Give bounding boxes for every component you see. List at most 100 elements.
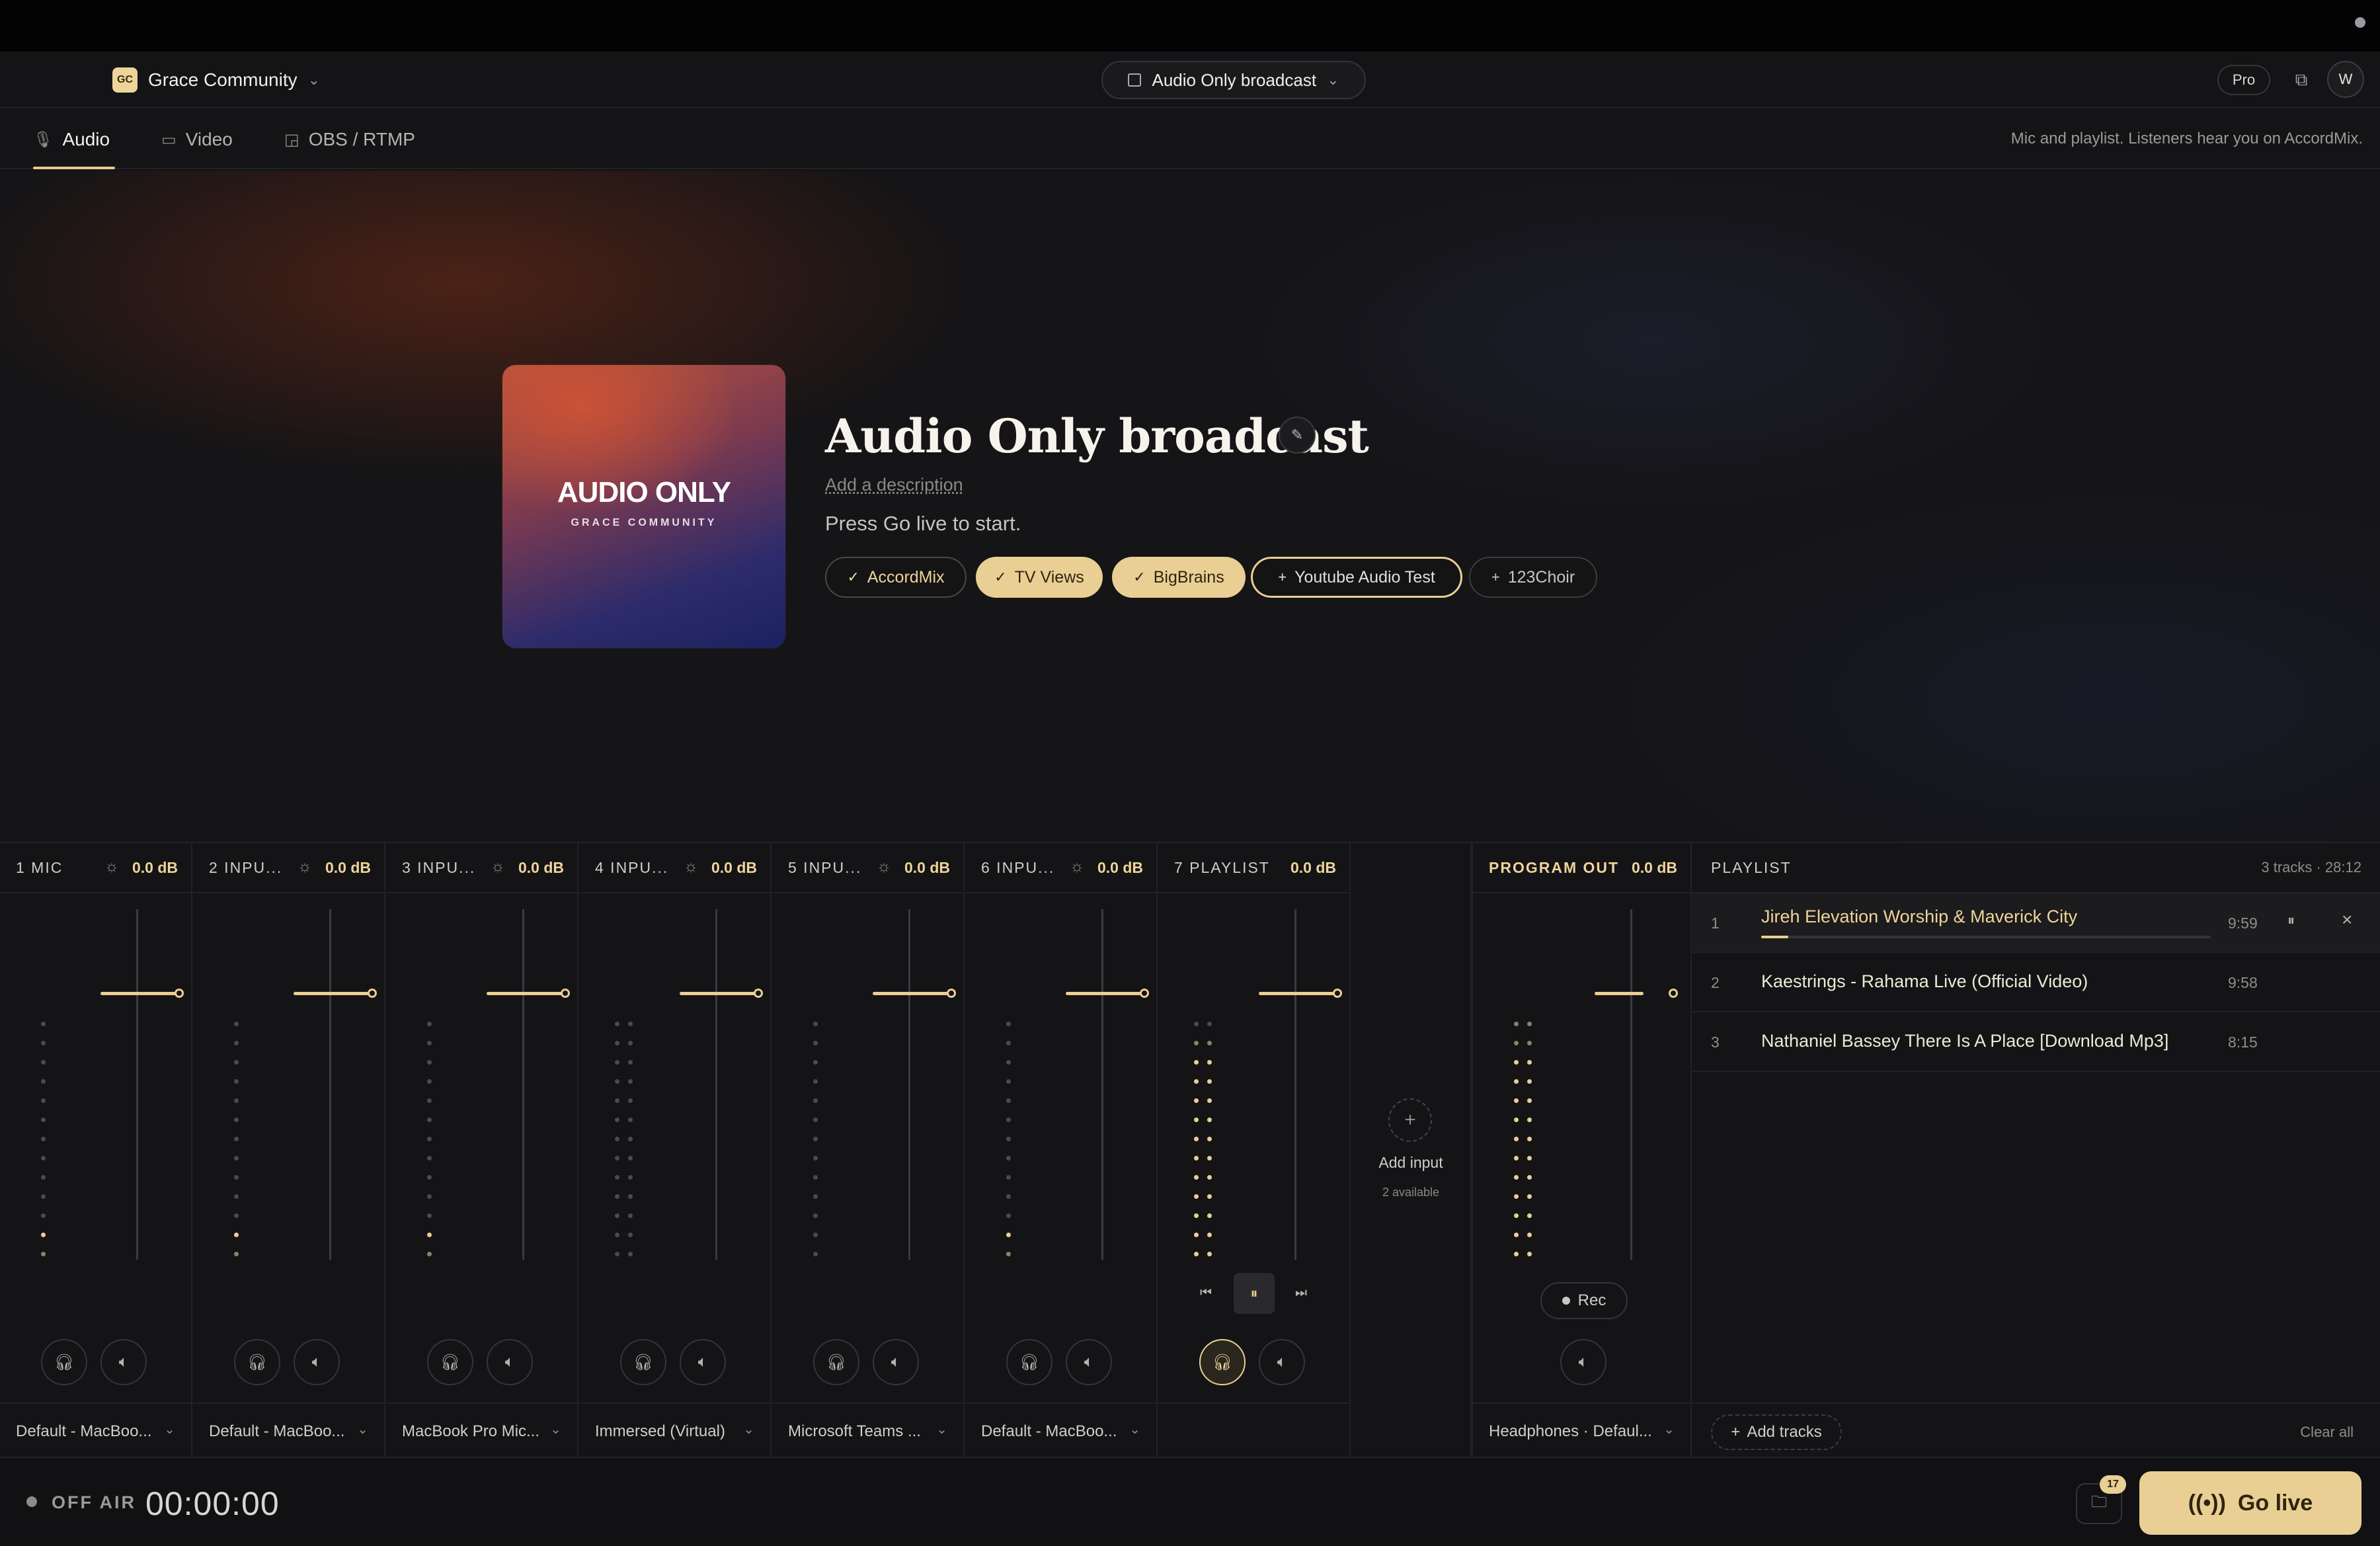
meter-dot [427, 1041, 432, 1045]
clear-all-button[interactable]: Clear all [2300, 1424, 2354, 1441]
playlist-row[interactable]: 2 Kaestrings - Rahama Live (Official Vid… [1692, 953, 2380, 1012]
playlist-row[interactable]: 1 Jireh Elevation Worship & Maverick Cit… [1692, 893, 2380, 953]
destination-chip-bigbrains[interactable]: ✓ BigBrains [1112, 557, 1246, 598]
monitor-button[interactable]: 🎧︎ [234, 1339, 280, 1385]
channel-fader-handle[interactable] [947, 989, 956, 998]
channel-fader-track[interactable] [1101, 909, 1103, 1260]
track-name: Jireh Elevation Worship & Maverick City [1761, 907, 2078, 926]
gear-icon[interactable]: ☼ [1070, 858, 1084, 876]
close-icon[interactable]: × [2342, 909, 2352, 930]
monitor-button[interactable]: 🎧︎ [1006, 1339, 1052, 1385]
channel-header: 7 PLAYLIST 0.0 dB [1158, 843, 1349, 893]
channel-device-select[interactable]: Immersed (Virtual) ⌄ [579, 1403, 770, 1458]
external-link-icon[interactable]: ⧉ [2286, 65, 2317, 95]
monitor-button[interactable]: 🎧︎ [41, 1339, 87, 1385]
channel-db: 0.0 dB [904, 859, 950, 876]
gear-icon[interactable]: ☼ [877, 858, 891, 876]
go-live-button[interactable]: ((•)) Go live [2139, 1471, 2361, 1535]
pause-button[interactable]: ⏸︎ [1234, 1273, 1275, 1314]
cover-art[interactable]: AUDIO ONLY GRACE COMMUNITY [502, 365, 785, 648]
previous-track-icon[interactable]: ⏮︎ [1193, 1280, 1219, 1306]
mute-button[interactable]: 🔈︎ [100, 1339, 147, 1385]
meter-dot [234, 1098, 239, 1103]
playlist-row[interactable]: 3 Nathaniel Bassey There Is A Place [Dow… [1692, 1012, 2380, 1072]
channel-fader-track[interactable] [329, 909, 331, 1260]
description-field[interactable]: Add a description [825, 475, 963, 495]
meter-dot [615, 1079, 619, 1084]
channel-fader-handle[interactable] [561, 989, 570, 998]
gear-icon[interactable]: ☼ [104, 858, 119, 876]
channel-fader-track[interactable] [522, 909, 524, 1260]
channel-device-select[interactable]: Default - MacBoo... ⌄ [0, 1403, 191, 1458]
pro-button[interactable]: Pro [2217, 65, 2270, 95]
meter-dot [813, 1137, 818, 1141]
go-live-label: Go live [2237, 1490, 2313, 1516]
monitor-button[interactable]: 🎧︎ [813, 1339, 859, 1385]
channel-device: Default - MacBoo... [16, 1422, 152, 1440]
record-label: Rec [1577, 1291, 1606, 1309]
monitor-button[interactable]: 🎧︎ [427, 1339, 473, 1385]
mute-button[interactable]: 🔈︎ [294, 1339, 340, 1385]
program-out-fader-track[interactable] [1630, 909, 1632, 1260]
program-out-header: PROGRAM OUT 0.0 dB [1473, 843, 1690, 893]
org-badge: GC [112, 67, 138, 93]
mute-button[interactable]: 🔈︎ [680, 1339, 726, 1385]
next-track-icon[interactable]: ⏭︎ [1288, 1280, 1314, 1306]
headphones-icon: 🎧︎ [1019, 1353, 1040, 1371]
destination-chip-tv-views[interactable]: ✓ TV Views [976, 557, 1103, 598]
gear-icon[interactable]: ☼ [684, 858, 698, 876]
monitor-button[interactable]: 🎧︎ [620, 1339, 666, 1385]
destination-chip-123choir[interactable]: + 123Choir [1469, 557, 1597, 598]
channel-device-select[interactable]: Default - MacBoo... ⌄ [193, 1403, 384, 1458]
edit-title-button[interactable]: ✎ [1279, 417, 1316, 454]
mute-button[interactable]: 🔈︎ [873, 1339, 919, 1385]
meter-dot [41, 1175, 46, 1180]
channel-fader-handle[interactable] [1140, 989, 1149, 998]
mute-button[interactable]: 🔈︎ [1066, 1339, 1112, 1385]
meter-dot [1194, 1252, 1199, 1256]
broadcast-select[interactable]: Audio Only broadcast ⌄ [1101, 61, 1366, 99]
channel-fader-handle[interactable] [175, 989, 184, 998]
add-tracks-button[interactable]: + Add tracks [1711, 1414, 1842, 1450]
program-out-device: Headphones · Defaul... [1489, 1422, 1652, 1440]
org-switcher[interactable]: GC Grace Community ⌄ [112, 66, 320, 94]
pause-icon[interactable]: ⏸︎ [2287, 912, 2295, 929]
record-button[interactable]: Rec [1540, 1282, 1628, 1319]
gear-icon[interactable]: ☼ [491, 858, 505, 876]
meter-dot [1207, 1098, 1212, 1103]
channel-fader-handle[interactable] [1333, 989, 1342, 998]
mute-button[interactable]: 🔈︎ [487, 1339, 533, 1385]
program-out-device-select[interactable]: Headphones · Defaul... ⌄ [1473, 1403, 1690, 1458]
meter-dot [813, 1194, 818, 1199]
meter-dot [1514, 1041, 1519, 1045]
tab-video[interactable]: ▭ Video [161, 110, 233, 169]
monitor-button[interactable]: 🎧︎ [1199, 1339, 1246, 1385]
channel-device-select[interactable]: MacBook Pro Mic... ⌄ [386, 1403, 577, 1458]
track-progress[interactable] [1761, 936, 2211, 938]
program-out-fader-handle[interactable] [1669, 989, 1678, 998]
mode-tabs: 🎙︎ Audio ▭ Video ◲ OBS / RTMP Mic and pl… [0, 110, 2380, 169]
channel-fader-track[interactable] [1294, 909, 1296, 1260]
level-meter [41, 1022, 46, 1271]
tab-obs-rtmp[interactable]: ◲ OBS / RTMP [284, 110, 415, 169]
add-input-button[interactable]: + [1388, 1098, 1432, 1142]
channel-fader-handle[interactable] [754, 989, 763, 998]
destination-chip-youtube-audio-test[interactable]: + Youtube Audio Test [1251, 557, 1462, 598]
meter-dot [41, 1041, 46, 1045]
channel-device-select[interactable]: Default - MacBoo... ⌄ [965, 1403, 1156, 1458]
channel-fader-track[interactable] [136, 909, 138, 1260]
gear-icon[interactable]: ☼ [298, 858, 312, 876]
channel-fader-track[interactable] [715, 909, 717, 1260]
meter-dot [1527, 1213, 1532, 1218]
mute-button[interactable]: 🔈︎ [1259, 1339, 1305, 1385]
avatar[interactable]: W [2327, 61, 2364, 98]
channel-db: 0.0 dB [325, 859, 371, 876]
channel-fader-track[interactable] [908, 909, 910, 1260]
window-titlebar [0, 0, 2380, 52]
program-out-mute-button[interactable]: 🔈︎ [1560, 1339, 1606, 1385]
destination-chip-accordmix[interactable]: ✓ AccordMix [825, 557, 967, 598]
tab-audio[interactable]: 🎙︎ Audio [33, 110, 116, 169]
channel-fader-handle[interactable] [368, 989, 377, 998]
channel-db: 0.0 dB [1097, 859, 1143, 876]
channel-device-select[interactable]: Microsoft Teams ... ⌄ [772, 1403, 963, 1458]
